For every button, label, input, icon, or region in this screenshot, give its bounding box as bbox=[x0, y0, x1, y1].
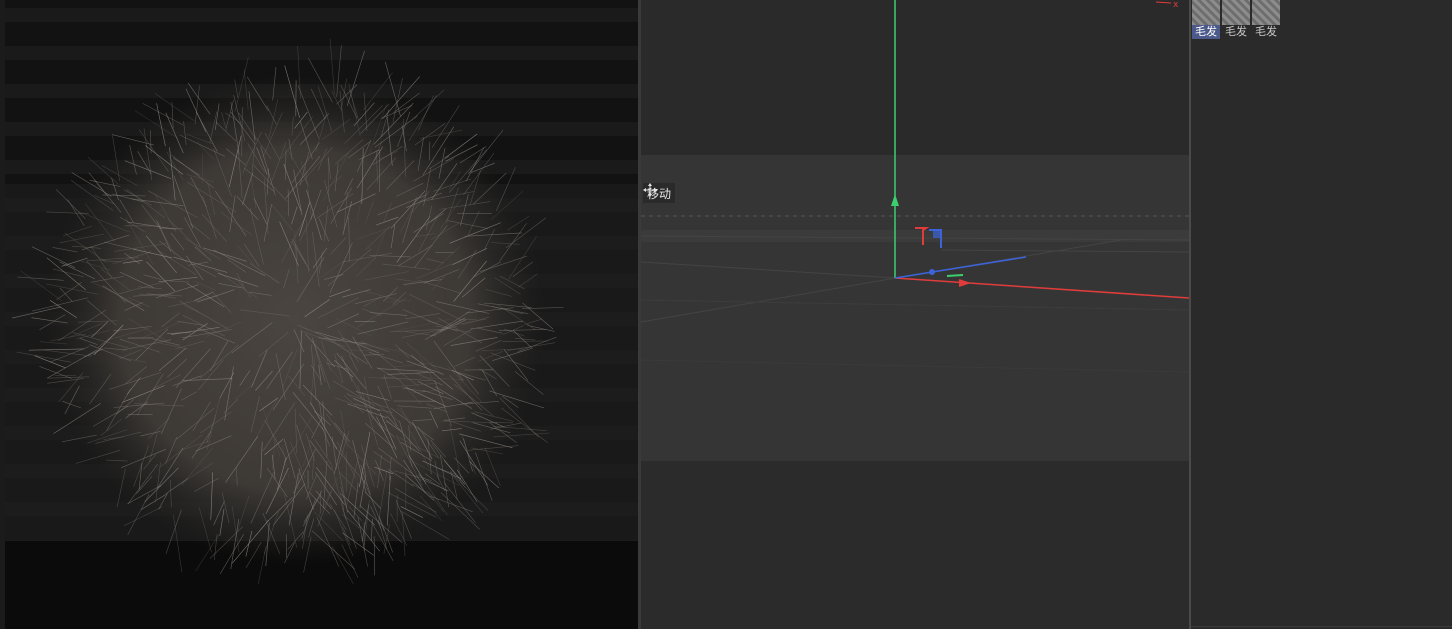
material-panel: 毛发 毛发 毛发 bbox=[1191, 0, 1452, 629]
material-label: 毛发 bbox=[1192, 25, 1220, 39]
ground-haze bbox=[641, 230, 1189, 242]
material-swatch-icon[interactable] bbox=[1252, 0, 1280, 25]
viewport-top-area bbox=[641, 0, 1189, 155]
viewport-canvas: x bbox=[641, 0, 1189, 629]
move-tool-indicator: 移动 bbox=[643, 183, 676, 203]
z-axis-handle-icon[interactable] bbox=[929, 269, 935, 275]
render-canvas bbox=[5, 8, 638, 629]
material-list: 毛发 毛发 毛发 bbox=[1192, 0, 1280, 39]
svg-text:x: x bbox=[1173, 0, 1179, 10]
background-stripe bbox=[5, 46, 638, 60]
material-item[interactable]: 毛发 bbox=[1252, 0, 1280, 39]
plane-handle-icon[interactable] bbox=[946, 274, 964, 277]
app-window: x 移动 毛发 毛发 毛发 bbox=[0, 0, 1452, 629]
material-label: 毛发 bbox=[1255, 25, 1277, 38]
material-label: 毛发 bbox=[1225, 25, 1247, 38]
render-view[interactable] bbox=[0, 0, 638, 629]
3d-viewport[interactable]: x 移动 bbox=[641, 0, 1189, 629]
viewport-bottom-area bbox=[641, 461, 1189, 629]
material-item[interactable]: 毛发 bbox=[1192, 0, 1220, 39]
move-icon bbox=[643, 183, 657, 197]
background-stripe bbox=[5, 8, 638, 22]
material-item[interactable]: 毛发 bbox=[1222, 0, 1250, 39]
material-swatch-icon[interactable] bbox=[1192, 0, 1220, 25]
material-swatch-icon[interactable] bbox=[1222, 0, 1250, 25]
panel-bottom-border bbox=[1191, 626, 1452, 627]
